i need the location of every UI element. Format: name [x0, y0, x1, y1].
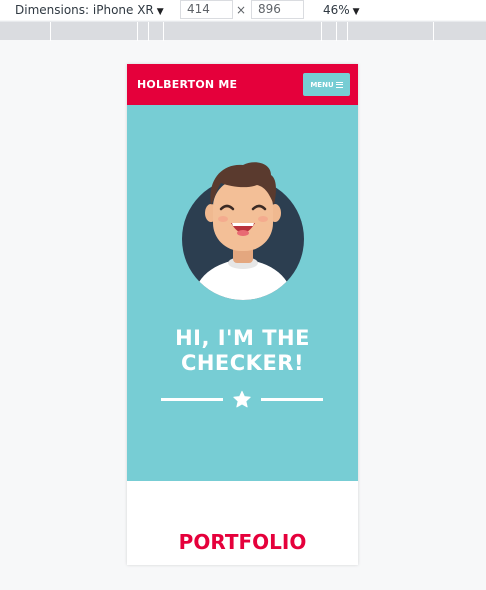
hero-section: HI, I'M THE CHECKER! [127, 105, 358, 481]
brand-logo[interactable]: HOLBERTON ME [137, 78, 237, 91]
ruler-mark [148, 22, 149, 41]
ruler-mark [336, 22, 337, 41]
ruler-mark [50, 22, 51, 41]
hero-title-line: HI, I'M THE [175, 326, 310, 350]
portfolio-heading: PORTFOLIO [178, 530, 307, 554]
hero-title-line: CHECKER! [180, 351, 305, 375]
divider-line [261, 398, 323, 401]
ruler-mark [321, 22, 322, 41]
device-viewport: HOLBERTON ME MENU HI, I'M THE CHECKER! P… [127, 64, 358, 565]
menu-button[interactable]: MENU [303, 73, 350, 96]
navbar: HOLBERTON ME MENU [127, 64, 358, 105]
width-input[interactable]: 414 [180, 0, 233, 19]
ruler-mark [347, 22, 348, 41]
zoom-label: 46% [323, 3, 350, 17]
dimensions-dropdown[interactable]: Dimensions: iPhone XR ▼ [15, 3, 164, 17]
divider-line [161, 398, 223, 401]
height-input[interactable]: 896 [251, 0, 304, 19]
caret-down-icon: ▼ [352, 7, 360, 17]
star-icon [233, 390, 251, 408]
hamburger-icon [335, 81, 343, 88]
avatar [182, 162, 304, 300]
devtools-toolbar: Dimensions: iPhone XR ▼ 414 × 896 46% ▼ [0, 0, 486, 20]
ruler-mark [137, 22, 138, 41]
ruler-mark [433, 22, 434, 41]
star-divider [161, 390, 323, 408]
hero-title: HI, I'M THE CHECKER! [127, 326, 358, 376]
ruler-mark [163, 22, 164, 41]
zoom-dropdown[interactable]: 46% ▼ [323, 3, 360, 17]
menu-label: MENU [310, 80, 334, 89]
media-query-ruler[interactable] [0, 21, 486, 41]
caret-down-icon: ▼ [156, 7, 164, 17]
dimensions-label: Dimensions: iPhone XR [15, 3, 154, 17]
times-symbol: × [236, 3, 247, 17]
